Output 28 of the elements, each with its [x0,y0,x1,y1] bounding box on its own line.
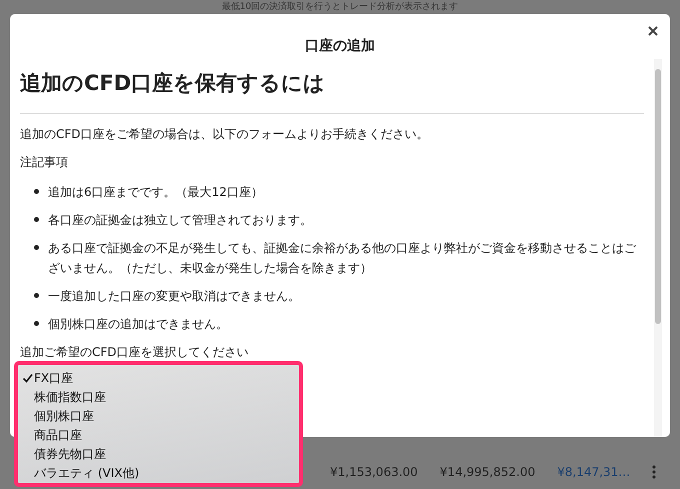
bullet-icon [34,189,39,194]
bullet-icon [34,321,39,326]
close-icon [648,26,658,36]
select-prompt: 追加ご希望のCFD口座を選択してください [20,344,250,361]
dropdown-option[interactable]: 個別株口座 [18,406,299,425]
scrollbar[interactable] [654,59,662,437]
dialog-heading: 追加のCFD口座を保有するには [20,70,326,97]
bullet-icon [34,293,39,298]
note-item: 各口座の証拠金は独立して管理されております。 [48,212,312,229]
dialog-title: 口座の追加 [305,36,375,56]
kebab-menu-icon[interactable] [652,465,656,479]
note-item: 個別株口座の追加はできません。 [48,316,228,333]
notes-label: 注記事項 [20,154,69,171]
note-item: 一度追加した口座の変更や取消はできません。 [48,288,300,305]
dropdown-option[interactable]: 商品口座 [18,425,299,444]
notice-text: 最低10回の決済取引を行うとトレード分析が表示されます [222,1,458,13]
note-item: ある口座で証拠金の不足が発生しても、証拠金に余裕がある他の口座より弊社がご資金を移動させることはございません。（ただし、未収金が発生した場合を除きます） [48,240,637,277]
bullet-icon [34,217,39,222]
dropdown-option[interactable]: 債券先物口座 [18,444,299,463]
dropdown-option[interactable]: バラエティ (VIX他) [18,463,299,482]
intro-text: 追加のCFD口座をご希望の場合は、以下のフォームよりお手続きください。 [20,126,430,143]
table-cell-text: ¥14,995,852.00 [440,464,536,481]
bullet-icon [34,245,39,250]
table-cell-text: ¥8,147,31… [557,464,630,481]
note-item: 追加は6口座までです。（最大12口座） [48,184,263,201]
table-cell-text: ¥1,153,063.00 [330,464,418,481]
dropdown-option[interactable]: 株価指数口座 [18,387,299,406]
dropdown-option[interactable]: FX口座 [18,368,299,387]
